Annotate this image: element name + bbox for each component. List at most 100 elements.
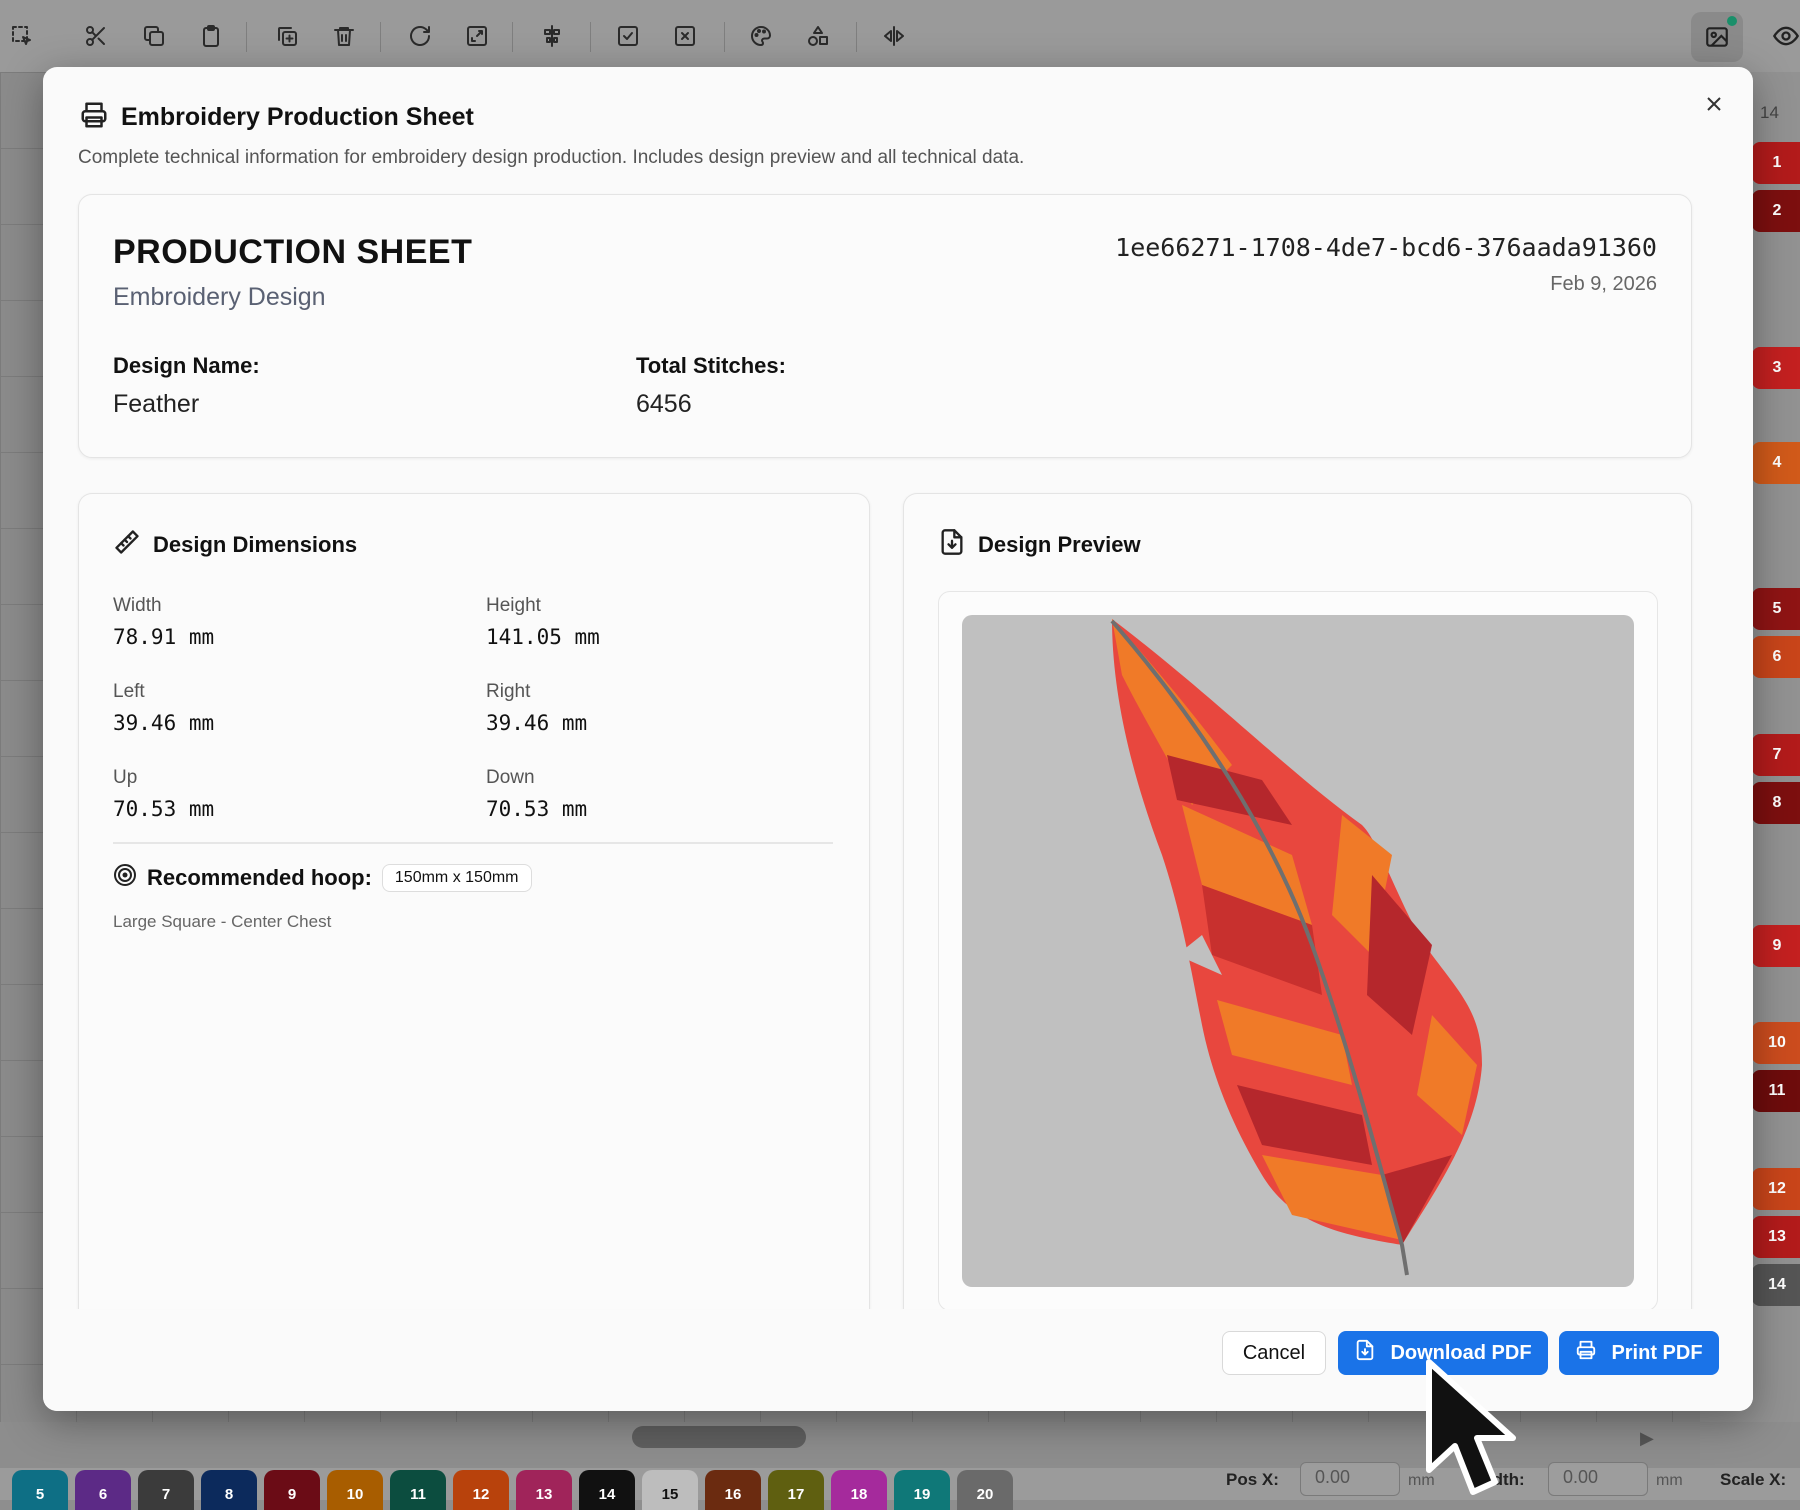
toolbar-divider: [856, 22, 857, 52]
color-stop-10[interactable]: 10: [1752, 1022, 1800, 1064]
dialog-header: Embroidery Production Sheet: [79, 100, 474, 135]
design-name-value: Feather: [113, 390, 200, 418]
color-stop-3[interactable]: 3: [1752, 347, 1800, 389]
height-label: Height: [486, 595, 541, 616]
image-icon[interactable]: [1691, 12, 1743, 62]
select-icon[interactable]: [4, 18, 40, 54]
thread-swatch-7[interactable]: 7: [138, 1470, 194, 1510]
color-stop-6[interactable]: 6: [1752, 636, 1800, 678]
thread-swatch-5[interactable]: 5: [12, 1470, 68, 1510]
recommended-hoop: Recommended hoop: 150mm x 150mm: [113, 863, 532, 892]
color-stop-1[interactable]: 1: [1752, 142, 1800, 184]
close-button[interactable]: [1699, 89, 1729, 119]
hoop-size-badge: 150mm x 150mm: [381, 863, 532, 892]
close-icon: [1707, 97, 1721, 111]
thread-swatch-11[interactable]: 11: [390, 1470, 446, 1510]
width-value: 78.91 mm: [113, 625, 215, 649]
color-stop-8[interactable]: 8: [1752, 782, 1800, 824]
dimensions-card: Design Dimensions Width 78.91 mm Height …: [78, 493, 870, 1324]
printer-icon: [1575, 1339, 1597, 1367]
design-name-label: Design Name:: [113, 353, 260, 378]
design-id: 1ee66271-1708-4de7-bcd6-376aada91360: [1115, 233, 1657, 262]
sheet-date: Feb 9, 2026: [1550, 273, 1657, 295]
file-download-icon: [938, 528, 966, 561]
cancel-button[interactable]: Cancel: [1222, 1331, 1326, 1375]
preview-frame: [938, 591, 1658, 1311]
checkbox-icon[interactable]: [610, 18, 646, 54]
clipboard-icon[interactable]: [193, 18, 229, 54]
mouse-cursor-icon: [1426, 1359, 1516, 1495]
thread-swatch-20[interactable]: 20: [957, 1470, 1013, 1510]
thread-swatch-17[interactable]: 17: [768, 1470, 824, 1510]
close-box-icon[interactable]: [667, 18, 703, 54]
thread-swatch-15[interactable]: 15: [642, 1470, 698, 1510]
color-stop-5[interactable]: 5: [1752, 588, 1800, 630]
print-pdf-button[interactable]: Print PDF: [1559, 1331, 1719, 1375]
thread-swatch-10[interactable]: 10: [327, 1470, 383, 1510]
up-label: Up: [113, 767, 138, 788]
width-field[interactable]: 0.00: [1548, 1462, 1648, 1496]
color-stop-11[interactable]: 11: [1752, 1070, 1800, 1112]
color-stop-14[interactable]: 14: [1752, 1264, 1800, 1306]
scrollbar-thumb[interactable]: [632, 1426, 806, 1448]
thread-swatch-14[interactable]: 14: [579, 1470, 635, 1510]
trash-icon[interactable]: [326, 18, 362, 54]
divider: [113, 842, 833, 844]
color-stop-4[interactable]: 4: [1752, 442, 1800, 484]
thread-swatch-6[interactable]: 6: [75, 1470, 131, 1510]
preview-card: Design Preview: [903, 493, 1692, 1324]
color-stop-2[interactable]: 2: [1752, 190, 1800, 232]
preview-header: Design Preview: [938, 528, 1141, 561]
thread-swatch-9[interactable]: 9: [264, 1470, 320, 1510]
width-label: Width: [113, 595, 162, 616]
color-stop-13[interactable]: 13: [1752, 1216, 1800, 1258]
color-stop-7[interactable]: 7: [1752, 734, 1800, 776]
palette-icon[interactable]: [743, 18, 779, 54]
cancel-label: Cancel: [1242, 1341, 1306, 1364]
printer-icon: [79, 100, 109, 135]
thread-swatch-12[interactable]: 12: [453, 1470, 509, 1510]
color-stop-9[interactable]: 9: [1752, 925, 1800, 967]
thread-swatch-16[interactable]: 16: [705, 1470, 761, 1510]
hoop-label: Recommended hoop:: [147, 864, 372, 890]
color-stop-12[interactable]: 12: [1752, 1168, 1800, 1210]
height-value: 141.05 mm: [486, 625, 600, 649]
toolbar-divider: [380, 22, 381, 52]
thread-swatch-8[interactable]: 8: [201, 1470, 257, 1510]
resize-icon[interactable]: [459, 18, 495, 54]
main-toolbar: [0, 0, 1800, 73]
dimensions-title: Design Dimensions: [153, 531, 358, 557]
thread-swatch-18[interactable]: 18: [831, 1470, 887, 1510]
hoop-note: Large Square - Center Chest: [113, 912, 332, 931]
pos-x-field[interactable]: 0.00: [1300, 1462, 1400, 1496]
align-center-icon[interactable]: [534, 18, 570, 54]
flip-horizontal-icon[interactable]: [876, 18, 912, 54]
sheet-summary-card: PRODUCTION SHEET Embroidery Design 1ee66…: [78, 194, 1692, 458]
shapes-icon[interactable]: [800, 18, 836, 54]
pos-x-label: Pos X:: [1226, 1470, 1279, 1489]
toolbar-divider: [246, 22, 247, 52]
dialog-description: Complete technical information for embro…: [78, 147, 1025, 168]
production-sheet-dialog: Embroidery Production Sheet Complete tec…: [43, 67, 1753, 1411]
ruler-label: 14: [1760, 103, 1779, 122]
preview-title: Design Preview: [978, 531, 1141, 557]
toolbar-divider: [724, 22, 725, 52]
right-label: Right: [486, 681, 531, 702]
scissors-icon[interactable]: [78, 18, 114, 54]
toolbar-divider: [512, 22, 513, 52]
rotate-icon[interactable]: [402, 18, 438, 54]
thread-swatch-19[interactable]: 19: [894, 1470, 950, 1510]
scale-x-label: Scale X:: [1720, 1470, 1787, 1489]
thread-swatch-13[interactable]: 13: [516, 1470, 572, 1510]
eye-icon[interactable]: [1772, 22, 1800, 52]
scroll-right-icon[interactable]: ▶: [1640, 1428, 1654, 1449]
width-unit: mm: [1656, 1472, 1683, 1489]
left-value: 39.46 mm: [113, 711, 215, 735]
duplicate-icon[interactable]: [269, 18, 305, 54]
down-value: 70.53 mm: [486, 797, 588, 821]
up-value: 70.53 mm: [113, 797, 215, 821]
copy-icon[interactable]: [136, 18, 172, 54]
total-stitches-label: Total Stitches:: [636, 353, 786, 378]
sheet-heading: PRODUCTION SHEET: [113, 233, 473, 271]
file-download-icon: [1354, 1339, 1376, 1367]
